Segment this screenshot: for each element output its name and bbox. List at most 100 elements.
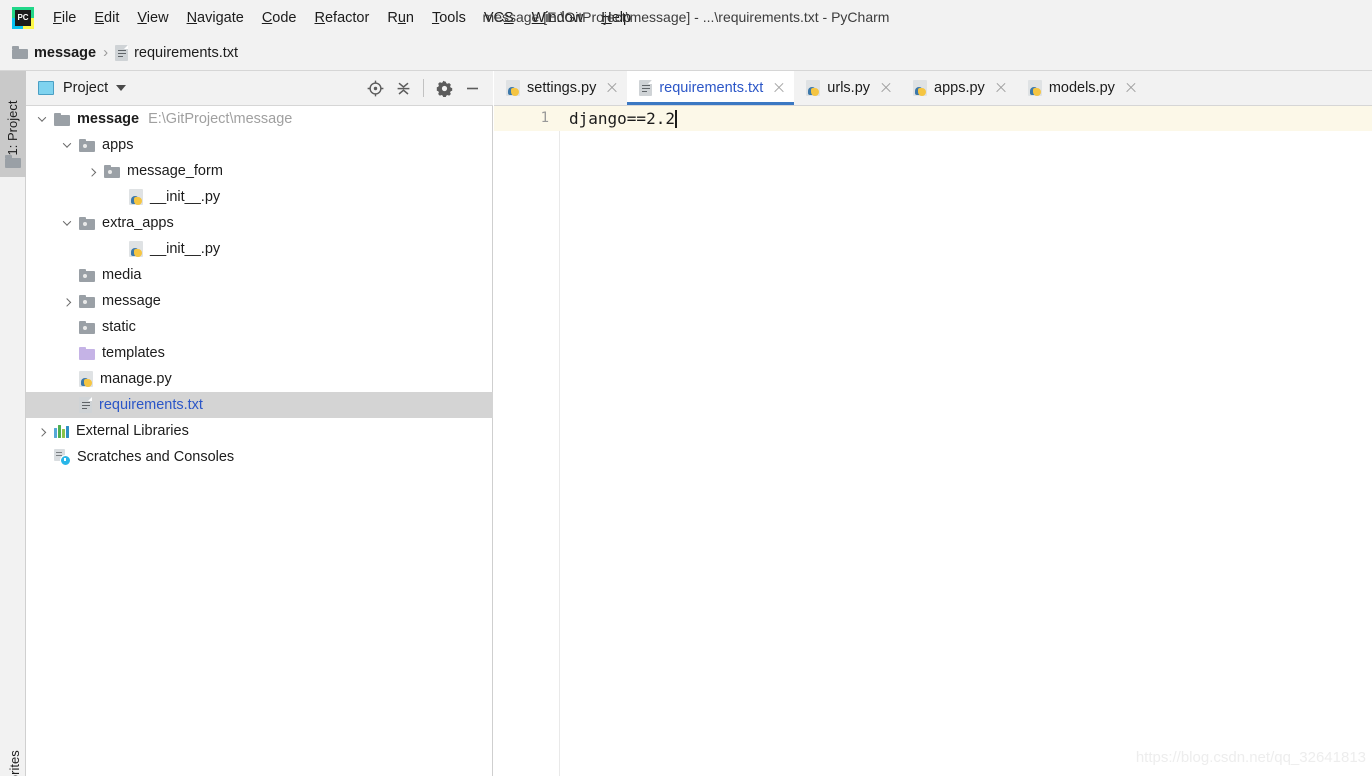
node-icon-wrap [79,216,95,230]
left-tool-rail: 1: Project Favorites [0,71,26,776]
menu-item-refactor[interactable]: Refactor [306,7,379,29]
project-panel-title: Project [63,80,109,96]
project-panel-header: Project [26,71,493,106]
tree-node-requirements-txt[interactable]: requirements.txt [26,392,493,418]
menu-item-code[interactable]: Code [253,7,306,29]
editor-tab-label: models.py [1048,80,1115,96]
menu-item-file[interactable]: File [44,7,85,29]
tree-node-label: media [102,267,142,283]
code-editor[interactable]: 1 django==2.2 https://blog.csdn.net/qq_3… [494,106,1372,776]
code-line[interactable]: django==2.2 [560,106,677,131]
scratches-icon [54,449,71,466]
editor-area: settings.py requirements.txt urls.py apps.p… [494,71,1372,776]
menu-item-vcs[interactable]: VCS [475,7,523,29]
gear-icon[interactable] [431,75,457,101]
tree-node-extra-apps[interactable]: extra_apps [26,210,493,236]
editor-tab-label: settings.py [527,80,597,96]
editor-tab-requirements-txt[interactable]: requirements.txt [627,71,795,105]
tree-node-media[interactable]: media [26,262,493,288]
node-icon-wrap [79,371,93,387]
editor-tab-settings-py[interactable]: settings.py [494,71,627,105]
close-icon[interactable] [605,81,619,95]
editor-tab-models-py[interactable]: models.py [1016,71,1146,105]
pycharm-logo-icon: PC [12,6,34,29]
breadcrumb-item-file[interactable]: requirements.txt [115,44,238,61]
menu-item-edit[interactable]: Edit [85,7,128,29]
close-icon[interactable] [1124,81,1138,95]
node-icon-wrap [129,241,143,257]
tab-icon-wrap [506,80,520,96]
tree-node-templates[interactable]: templates [26,340,493,366]
tree-node-manage-py[interactable]: manage.py [26,366,493,392]
folder-icon [5,155,21,168]
chevron-down-icon[interactable] [59,137,75,153]
menu-item-tools[interactable]: Tools [423,7,475,29]
tree-node-external-libraries[interactable]: External Libraries [26,418,493,444]
text-file-icon [639,80,653,96]
tree-node-label: extra_apps [102,215,174,231]
node-icon-wrap [54,449,71,466]
node-icon-wrap [79,294,95,308]
tree-node-label: message [102,293,161,309]
locate-target-icon[interactable] [362,75,388,101]
module-folder-icon [104,164,120,178]
close-icon[interactable] [994,81,1008,95]
menu-item-help[interactable]: Help [592,7,640,29]
chevron-down-icon[interactable] [34,111,50,127]
chevron-down-icon[interactable] [59,215,75,231]
collapse-all-icon[interactable] [390,75,416,101]
menu-item-navigate[interactable]: Navigate [178,7,253,29]
tree-node-label: manage.py [100,371,172,387]
menu-item-run[interactable]: Run [378,7,423,29]
breadcrumb: message › requirements.txt [0,35,1372,71]
templates-folder-icon [79,346,95,360]
menu-item-window[interactable]: Window [523,7,593,29]
tree-node--init-py[interactable]: __init__.py [26,184,493,210]
breadcrumb-item-project[interactable]: message [12,45,96,61]
project-tool-window: Project message E:\GitProject\message ap… [26,71,493,776]
menu-item-view[interactable]: View [128,7,177,29]
python-file-icon [1027,80,1042,96]
editor-tab-urls-py[interactable]: urls.py [794,71,901,105]
module-folder-icon [79,138,95,152]
editor-tab-label: apps.py [934,80,985,96]
chevron-right-icon[interactable] [59,293,75,309]
node-icon-wrap [104,164,120,178]
project-tree: message E:\GitProject\message apps message_… [26,106,493,776]
node-icon-wrap [79,268,95,282]
project-panel-toolbar [362,75,485,101]
node-icon-wrap [79,397,92,413]
close-icon[interactable] [772,81,786,95]
tree-node-label: External Libraries [76,423,189,439]
editor-tab-label: urls.py [827,80,871,96]
pycharm-logo-text: PC [15,9,31,26]
rail-tab-favorites[interactable]: Favorites [0,704,26,776]
tree-node-message[interactable]: message [26,288,493,314]
chevron-down-icon[interactable] [116,85,127,91]
minimize-icon[interactable] [459,75,485,101]
breadcrumb-separator: › [103,44,109,61]
editor-tab-apps-py[interactable]: apps.py [901,71,1016,105]
chevron-right-icon[interactable] [84,163,100,179]
close-icon[interactable] [879,81,893,95]
current-line-highlight [560,106,1372,131]
tree-node-static[interactable]: static [26,314,493,340]
tree-node-scratches-and-consoles[interactable]: Scratches and Consoles [26,444,493,470]
rail-tab-favorites-label: Favorites [2,742,28,776]
tree-node--init-py[interactable]: __init__.py [26,236,493,262]
editor-tab-bar: settings.py requirements.txt urls.py apps.p… [494,71,1372,106]
tree-node-message-form[interactable]: message_form [26,158,493,184]
rail-tab-project[interactable]: 1: Project [0,71,26,177]
watermark-text: https://blog.csdn.net/qq_32641813 [1135,749,1366,766]
tab-icon-wrap [639,80,653,96]
tree-node-label: Scratches and Consoles [77,449,235,465]
tree-node-apps[interactable]: apps [26,132,493,158]
chevron-right-icon[interactable] [34,423,50,439]
text-caret [674,109,677,128]
python-file-icon [129,189,143,205]
tree-node-message[interactable]: message E:\GitProject\message [26,106,493,132]
tree-node-label: __init__.py [150,189,221,205]
